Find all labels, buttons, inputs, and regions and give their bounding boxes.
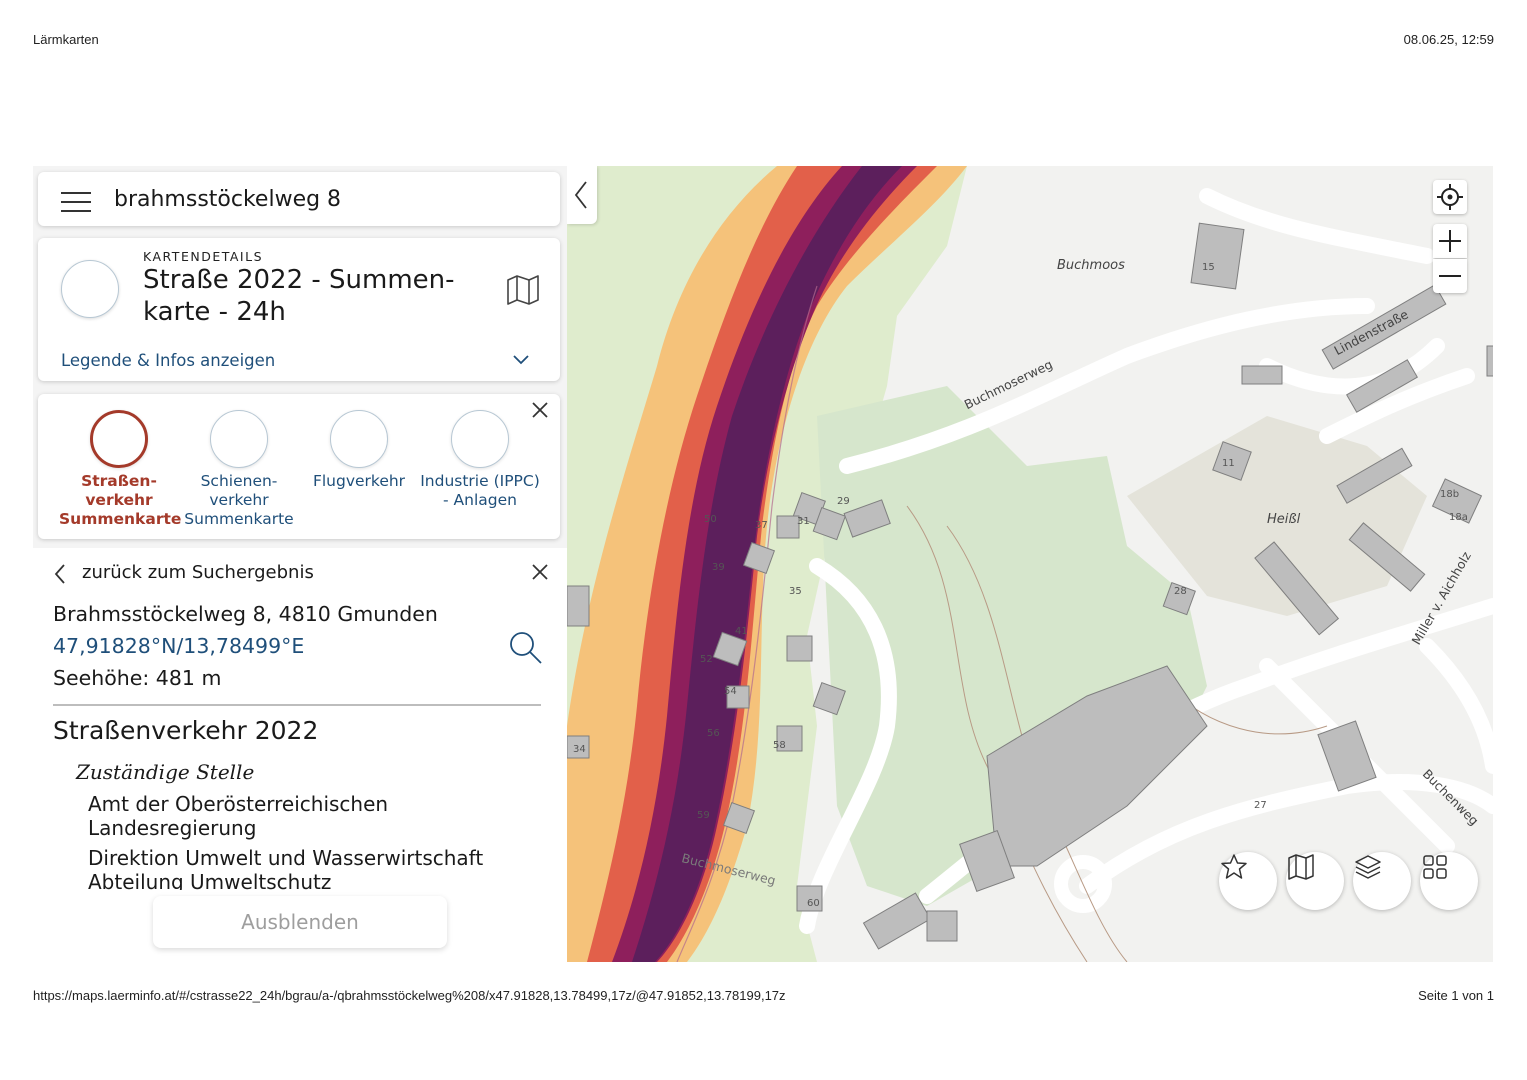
house-number: 60 [807, 898, 820, 909]
map-details-label: KARTENDETAILS [143, 249, 264, 264]
house-number: 58 [773, 740, 786, 751]
house-number: 15 [1202, 262, 1215, 273]
layers-icon [1355, 855, 1381, 879]
collapse-panel-button[interactable] [567, 166, 597, 224]
house-number: 52 [700, 654, 713, 665]
house-number: 37 [755, 520, 768, 531]
search-result-panel: zurück zum Suchergebnis Brahmsstöckelweg… [33, 548, 567, 962]
close-icon[interactable] [530, 562, 550, 582]
layers-button[interactable] [1353, 852, 1411, 910]
category-label: Schienen-verkehr Summenkarte [184, 472, 294, 528]
map-view[interactable]: Buchmoos Heißl Buchmoserweg Lindenstraße… [567, 166, 1493, 962]
print-footer-url: https://maps.laerminfo.at/#/cstrasse22_2… [33, 988, 786, 1003]
crosshair-icon [1437, 184, 1463, 210]
house-number: 50 [704, 514, 717, 525]
authority-line: Direktion Umwelt und Wasserwirtschaft [88, 846, 484, 870]
category-road-icon [90, 410, 148, 468]
house-number: 39 [712, 562, 725, 573]
house-number: 27 [1254, 800, 1267, 811]
zoom-out-button[interactable] [1433, 259, 1467, 293]
category-label: Flugverkehr [312, 472, 406, 490]
category-air-traffic[interactable]: Flugverkehr [299, 410, 419, 491]
map-icon [1288, 854, 1314, 880]
map-thumbnail[interactable] [61, 260, 119, 318]
place-label: Buchmoos [1057, 258, 1125, 273]
category-rail-icon [210, 410, 268, 468]
chevron-down-icon[interactable] [512, 353, 530, 365]
place-label: Heißl [1267, 512, 1301, 527]
minus-icon [1439, 275, 1461, 277]
map-icon[interactable] [506, 274, 540, 306]
search-icon[interactable] [508, 630, 544, 666]
print-header-title: Lärmkarten [33, 32, 99, 47]
house-number: 54 [724, 686, 737, 697]
house-number: 18b [1440, 489, 1460, 500]
house-number: 11 [1222, 458, 1235, 469]
legend-toggle-link[interactable]: Legende & Infos anzeigen [61, 351, 275, 370]
category-selector: Straßen-verkehr Summenkarte Schienen-ver… [38, 394, 560, 539]
category-rail-traffic[interactable]: Schienen-verkehr Summenkarte [179, 410, 299, 529]
back-to-results-link[interactable]: zurück zum Suchergebnis [82, 562, 314, 583]
grid-icon [1423, 855, 1447, 879]
search-bar: brahmsstöckelweg 8 [38, 172, 560, 226]
house-number: 59 [697, 810, 710, 821]
star-icon [1221, 854, 1247, 879]
search-input[interactable]: brahmsstöckelweg 8 [114, 187, 341, 212]
plus-icon [1439, 230, 1461, 252]
chevron-left-icon[interactable] [53, 563, 67, 585]
category-industry-icon [451, 410, 509, 468]
print-footer-page: Seite 1 von 1 [1418, 988, 1494, 1003]
category-label: Industrie (IPPC) - Anlagen [420, 472, 540, 509]
map-application: brahmsstöckelweg 8 KARTENDETAILS Straße … [33, 166, 1493, 962]
hide-panel-button[interactable]: Ausblenden [153, 896, 447, 948]
locate-button[interactable] [1433, 180, 1467, 214]
house-number: 35 [789, 586, 802, 597]
category-road-traffic[interactable]: Straßen-verkehr Summenkarte [59, 410, 182, 529]
divider [53, 704, 541, 706]
authority-line: Landesregierung [88, 816, 257, 840]
menu-icon[interactable] [61, 192, 91, 212]
authority-heading: Zuständige Stelle [76, 760, 255, 784]
map-details-card: KARTENDETAILS Straße 2022 - Summen-karte… [38, 238, 560, 381]
house-number: 28 [1174, 586, 1187, 597]
authority-line: Amt der Oberösterreichischen [88, 792, 389, 816]
house-number: 31 [797, 516, 810, 527]
house-number: 41 [735, 626, 748, 637]
house-number: 56 [707, 728, 720, 739]
map-details-title: Straße 2022 - Summen-karte - 24h [143, 265, 455, 327]
house-number: 34 [573, 744, 586, 755]
zoom-in-button[interactable] [1433, 224, 1467, 258]
apps-grid-button[interactable] [1420, 852, 1478, 910]
result-coordinates[interactable]: 47,91828°N/13,78499°E [53, 634, 304, 658]
chevron-left-icon [574, 181, 587, 209]
category-air-icon [330, 410, 388, 468]
side-panel: brahmsstöckelweg 8 KARTENDETAILS Straße … [33, 166, 567, 962]
house-number: 29 [837, 496, 850, 507]
basemap-button[interactable] [1286, 852, 1344, 910]
favorites-button[interactable] [1219, 852, 1277, 910]
category-label: Straßen-verkehr Summenkarte [59, 472, 182, 528]
category-industry[interactable]: Industrie (IPPC) - Anlagen [420, 410, 540, 510]
authority-line: Abteilung Umweltschutz [88, 870, 332, 890]
map-canvas [567, 166, 1493, 962]
result-address: Brahmsstöckelweg 8, 4810 Gmunden [53, 602, 438, 626]
result-altitude: Seehöhe: 481 m [53, 666, 222, 690]
house-number: 18a [1449, 512, 1468, 523]
print-header-datetime: 08.06.25, 12:59 [1403, 32, 1494, 47]
result-section-title: Straßenverkehr 2022 [53, 716, 319, 745]
